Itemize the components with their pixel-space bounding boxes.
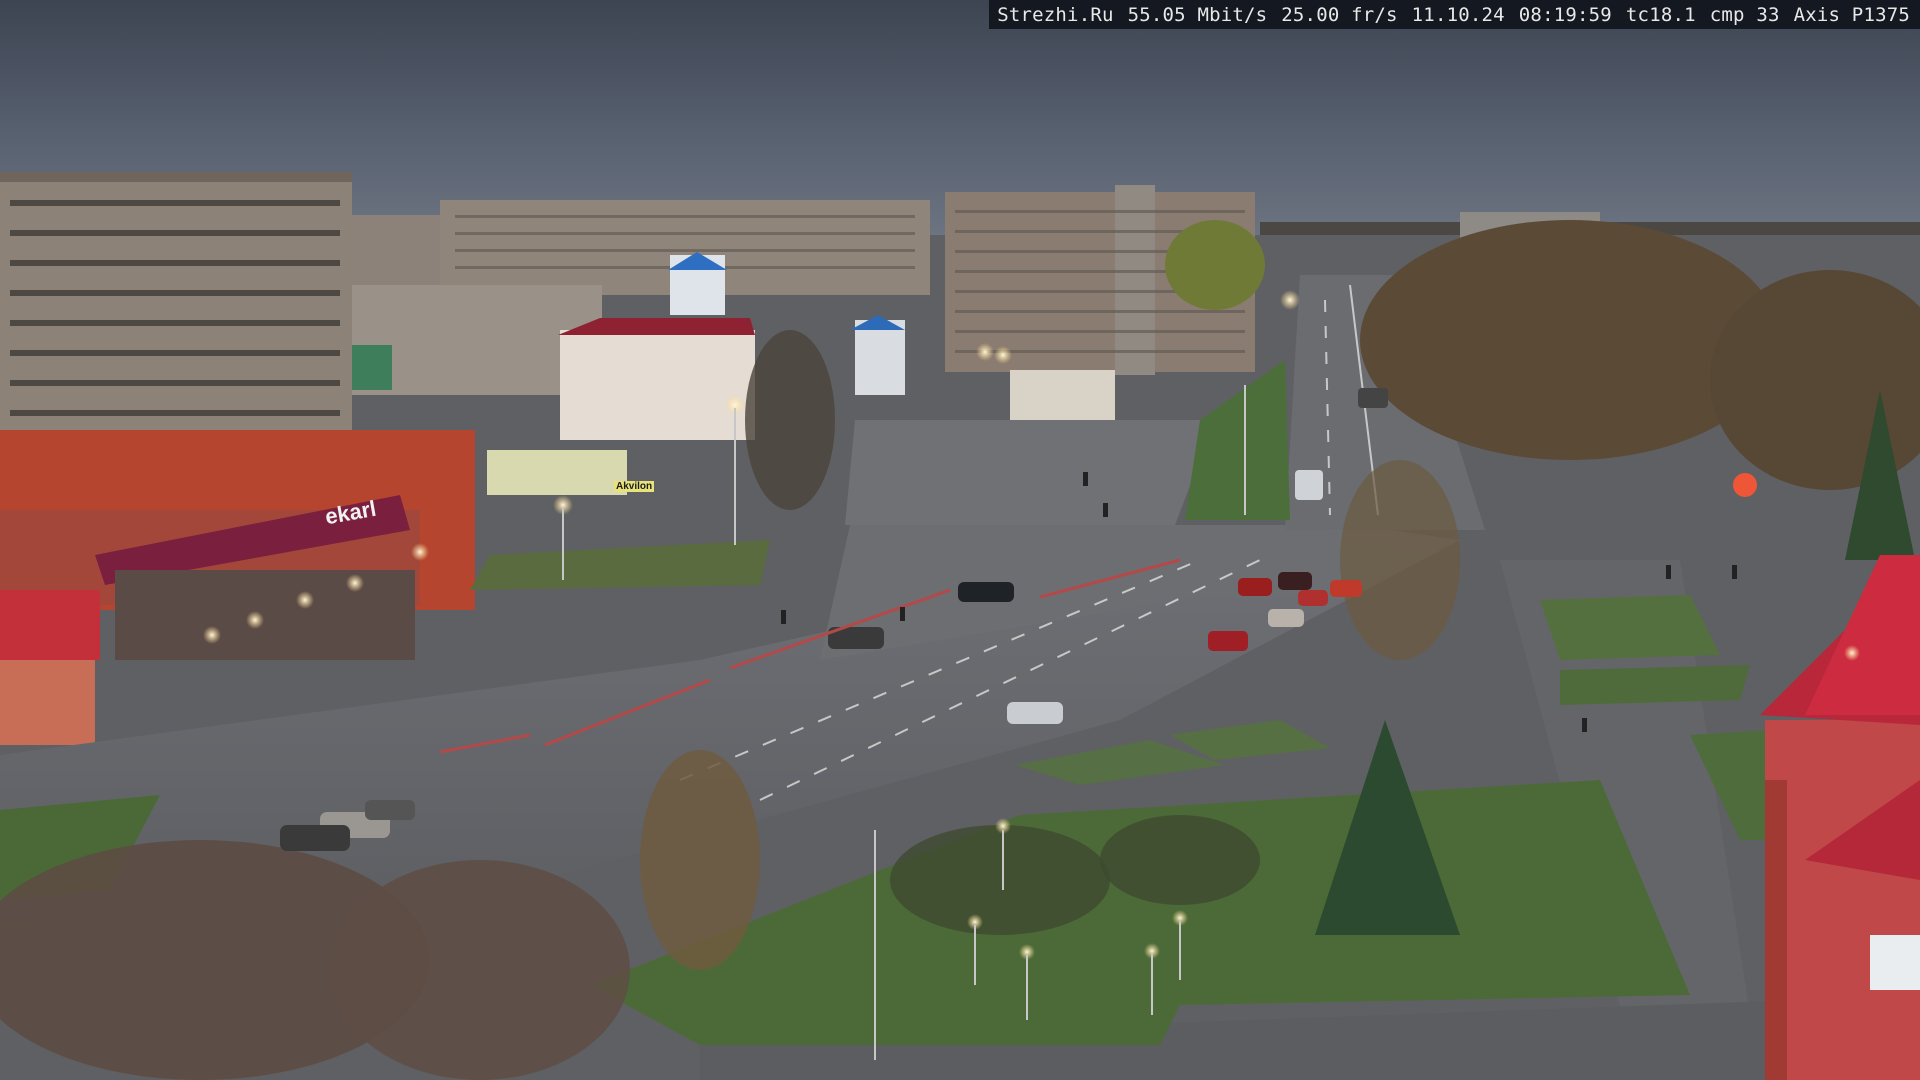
- overlay-tc: tc18.1: [1625, 3, 1696, 26]
- city-street-scene: [0, 0, 1920, 1080]
- overlay-bitrate: 55.05 Mbit/s: [1127, 3, 1268, 26]
- webcam-frame: Strezhi.Ru 55.05 Mbit/s 25.00 fr/s 11.10…: [0, 0, 1920, 1080]
- overlay-framerate: 25.00 fr/s: [1281, 3, 1398, 26]
- overlay-time: 08:19:59: [1518, 3, 1612, 26]
- overlay-site: Strezhi.Ru: [997, 3, 1114, 26]
- overlay-cmp: cmp 33: [1709, 3, 1780, 26]
- overlay-date: 11.10.24: [1411, 3, 1505, 26]
- storefront-sign-akvilon: Akvilon: [614, 481, 655, 492]
- camera-status-overlay: Strezhi.Ru 55.05 Mbit/s 25.00 fr/s 11.10…: [989, 0, 1920, 29]
- overlay-camera-model: Axis P1375: [1793, 3, 1910, 26]
